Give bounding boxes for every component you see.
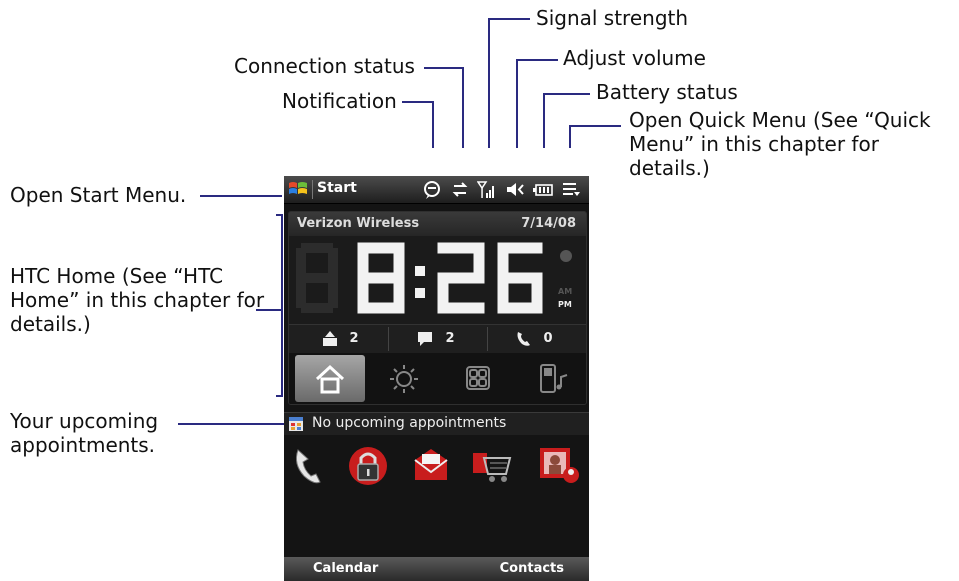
- message-count-value: 2: [445, 331, 455, 346]
- shop-shortcut[interactable]: [470, 444, 514, 488]
- connection-icon[interactable]: [450, 180, 470, 199]
- quick-menu-label: Open Quick Menu (See “Quick Menu” in thi…: [629, 108, 931, 180]
- digital-clock[interactable]: AM PM: [289, 236, 586, 322]
- notification-callout-line-v: [432, 101, 434, 148]
- notification-callout-line: [402, 101, 434, 103]
- volume-icon[interactable]: [505, 180, 525, 199]
- signal-callout-line-v: [488, 18, 490, 148]
- home-bracket-bottom: [276, 395, 283, 397]
- missed-call-count[interactable]: 0: [515, 329, 553, 349]
- notification-counts: 2 2 0: [289, 324, 586, 354]
- tab-home[interactable]: [295, 355, 365, 402]
- mail-shortcut[interactable]: [409, 444, 453, 488]
- home-tab-strip: [289, 353, 586, 404]
- date-text: 7/14/08: [521, 216, 576, 231]
- start-label: Start: [317, 180, 357, 196]
- htc-home-label: HTC Home (See “HTC Home” in this chapter…: [10, 264, 265, 336]
- voicemail-icon: [323, 330, 337, 346]
- htc-home-panel[interactable]: Verizon Wireless 7/14/08 AM PM 2 2 0: [288, 211, 587, 405]
- connection-callout-line-v: [462, 67, 464, 148]
- adjust-volume-label: Adjust volume: [563, 46, 706, 70]
- launcher-tab-icon: [466, 366, 490, 390]
- voicemail-count-value: 2: [349, 331, 359, 346]
- calendar-softkey[interactable]: Calendar: [313, 561, 378, 576]
- phone-icon: [296, 449, 321, 484]
- shop-icon: [473, 453, 512, 482]
- tab-music[interactable]: [517, 355, 586, 402]
- notification-icon[interactable]: [422, 180, 442, 199]
- appointments-row[interactable]: No upcoming appointments: [284, 412, 589, 435]
- calendar-icon: [289, 417, 303, 431]
- clock-colon: [415, 266, 425, 276]
- start-menu-label: Open Start Menu.: [10, 183, 187, 207]
- tab-launcher[interactable]: [443, 355, 513, 402]
- music-tab-icon: [540, 364, 568, 393]
- phone-shortcut[interactable]: [288, 444, 332, 488]
- message-count[interactable]: 2: [417, 329, 455, 349]
- clock-digit: [357, 242, 405, 314]
- battery-status-label: Battery status: [596, 80, 738, 104]
- count-separator: [388, 327, 389, 351]
- softkey-bar: Calendar Contacts: [284, 557, 589, 581]
- appointments-text: No upcoming appointments: [312, 415, 507, 431]
- connection-status-label: Connection status: [234, 54, 415, 78]
- home-tab-icon: [315, 364, 345, 394]
- home-bracket-top: [276, 214, 283, 216]
- tab-weather[interactable]: [369, 355, 439, 402]
- svg-text:PM: PM: [558, 300, 572, 309]
- quick-launch-bar: [284, 442, 589, 498]
- home-bracket-v: [281, 214, 283, 397]
- count-separator: [487, 327, 488, 351]
- quick-menu-callout-line: [569, 125, 621, 127]
- appointments-label: Your upcoming appointments.: [10, 409, 159, 457]
- windows-logo-icon: [289, 182, 307, 194]
- home-callout-line: [256, 309, 282, 311]
- contacts-shortcut[interactable]: [537, 444, 581, 488]
- signal-callout-line: [488, 18, 530, 20]
- battery-callout-line: [543, 93, 590, 95]
- voicemail-count[interactable]: 2: [321, 329, 359, 349]
- start-separator: [312, 180, 313, 199]
- start-callout-line: [200, 195, 282, 197]
- message-icon: [418, 331, 432, 346]
- lock-shortcut[interactable]: [346, 444, 390, 488]
- carrier-name: Verizon Wireless: [297, 216, 420, 231]
- mail-icon: [414, 449, 448, 480]
- quick-menu-callout-line-v: [569, 125, 571, 148]
- phone-screen: Start Verizon Wireless 7/14/08 AM PM 2 2…: [284, 176, 589, 581]
- volume-callout-line: [516, 59, 558, 61]
- connection-callout-line: [424, 67, 464, 69]
- signal-strength-label: Signal strength: [536, 6, 689, 30]
- contacts-icon: [540, 448, 579, 483]
- start-button[interactable]: Start: [284, 176, 370, 203]
- missed-call-icon: [517, 331, 530, 346]
- battery-callout-line-v: [543, 93, 545, 148]
- battery-icon[interactable]: [533, 180, 553, 199]
- svg-text:AM: AM: [558, 287, 572, 296]
- appointments-callout-line: [178, 423, 284, 425]
- lock-icon: [349, 447, 387, 485]
- notification-label: Notification: [282, 89, 397, 113]
- volume-callout-line-v: [516, 59, 518, 148]
- weather-tab-icon: [390, 365, 418, 393]
- taskbar: Start: [284, 176, 589, 204]
- missed-call-count-value: 0: [543, 331, 553, 346]
- contacts-softkey[interactable]: Contacts: [500, 561, 564, 576]
- signal-icon[interactable]: [477, 180, 497, 199]
- quick-menu-icon[interactable]: [561, 180, 581, 199]
- carrier-bar: Verizon Wireless 7/14/08: [289, 212, 586, 236]
